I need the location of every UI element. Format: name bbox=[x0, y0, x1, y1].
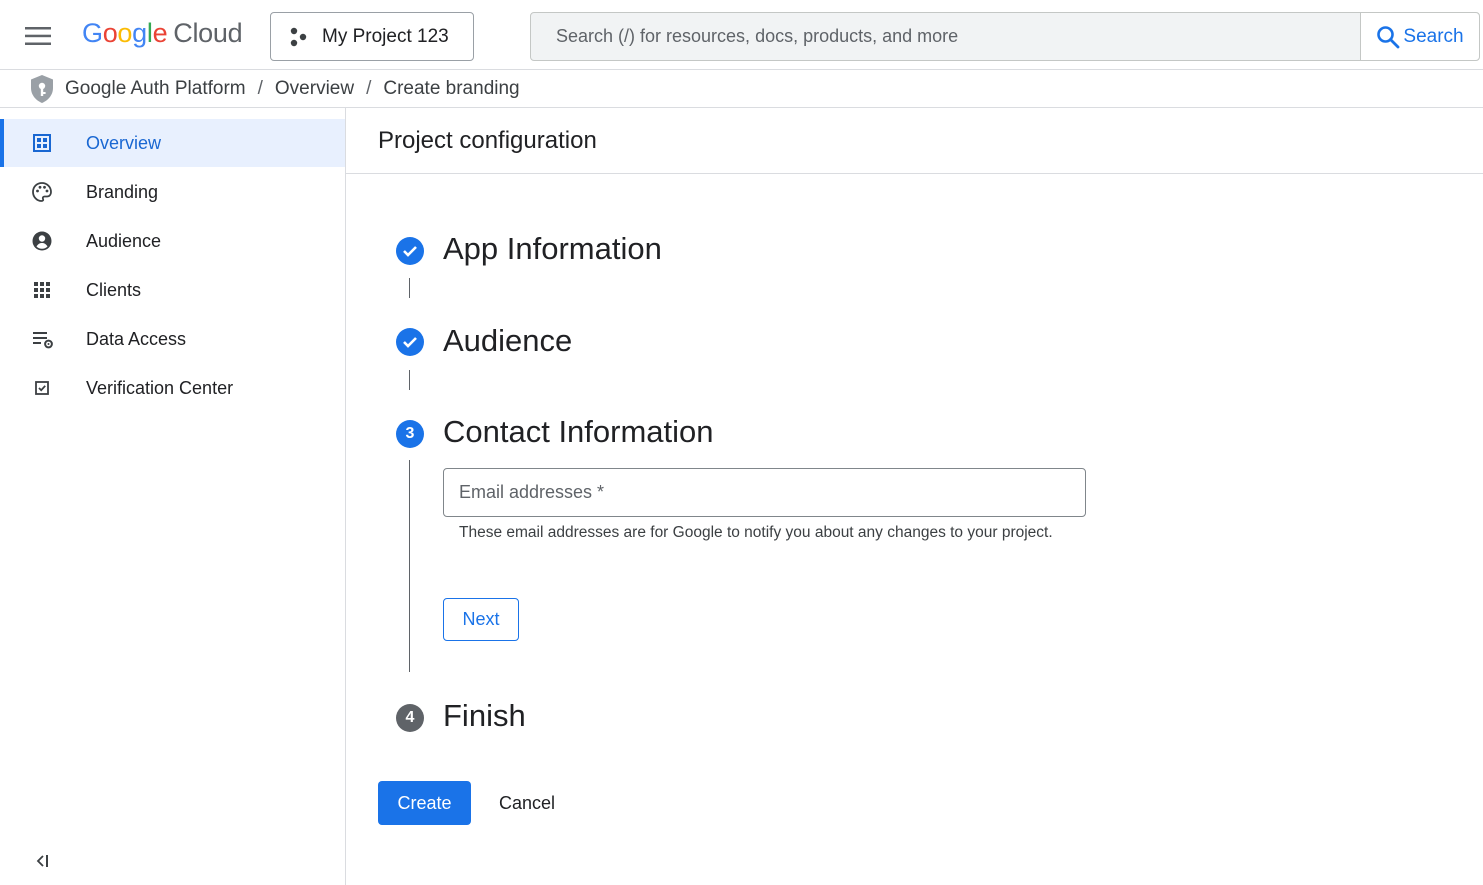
sidebar-item-label: Overview bbox=[86, 132, 162, 153]
breadcrumb: Google Auth Platform / Overview / Create… bbox=[0, 70, 1483, 108]
breadcrumb-item-auth-platform[interactable]: Google Auth Platform bbox=[65, 78, 246, 100]
shield-key-icon bbox=[29, 74, 55, 104]
apps-grid-icon bbox=[0, 279, 86, 301]
project-picker-button[interactable]: My Project 123 bbox=[270, 12, 474, 61]
cancel-button[interactable]: Cancel bbox=[483, 781, 571, 825]
step-3-number: 3 bbox=[396, 420, 424, 448]
email-hint: These email addresses are for Google to … bbox=[459, 524, 1053, 541]
step-connector bbox=[409, 460, 410, 672]
email-input[interactable] bbox=[444, 469, 1085, 516]
google-cloud-logo[interactable]: Go o g l e Cloud bbox=[82, 18, 243, 49]
project-dots-icon bbox=[290, 27, 307, 46]
palette-icon bbox=[0, 181, 86, 203]
sidebar-item-label: Data Access bbox=[86, 328, 187, 349]
form-actions: Create Cancel bbox=[378, 781, 571, 825]
breadcrumb-item-create-branding: Create branding bbox=[383, 77, 520, 99]
sidebar-item-branding[interactable]: Branding bbox=[0, 168, 345, 216]
search-button[interactable]: Search bbox=[1360, 13, 1479, 60]
search-button-label: Search bbox=[1403, 25, 1464, 47]
step-1-check-icon bbox=[396, 237, 424, 265]
search-input[interactable] bbox=[531, 13, 1360, 60]
step-4-number: 4 bbox=[396, 704, 424, 732]
list-settings-icon bbox=[0, 328, 86, 350]
top-bar: Go o g l e Cloud My Project 123 Search bbox=[0, 0, 1483, 70]
sidebar: Overview Branding Audience Clients Data … bbox=[0, 108, 346, 885]
search-bar: Search bbox=[530, 12, 1480, 61]
email-field bbox=[443, 468, 1086, 517]
sidebar-item-label: Verification Center bbox=[86, 377, 234, 398]
project-picker-label: My Project 123 bbox=[322, 25, 449, 47]
step-2-check-icon bbox=[396, 328, 424, 356]
sidebar-item-label: Branding bbox=[86, 181, 159, 202]
sidebar-item-clients[interactable]: Clients bbox=[0, 266, 345, 314]
sidebar-item-verification-center[interactable]: Verification Center bbox=[0, 364, 345, 412]
step-4-title: Finish bbox=[443, 698, 526, 733]
sidebar-item-label: Clients bbox=[86, 279, 142, 300]
step-connector bbox=[409, 370, 410, 390]
checkbox-icon bbox=[0, 377, 86, 399]
sidebar-item-audience[interactable]: Audience bbox=[0, 217, 345, 265]
sidebar-item-data-access[interactable]: Data Access bbox=[0, 315, 345, 363]
step-3-title: Contact Information bbox=[443, 414, 714, 449]
step-1-title: App Information bbox=[443, 231, 662, 266]
page-title: Project configuration bbox=[346, 108, 1483, 174]
step-2-title: Audience bbox=[443, 323, 573, 358]
next-button[interactable]: Next bbox=[443, 598, 519, 641]
breadcrumb-separator: / bbox=[366, 77, 372, 99]
account-circle-icon bbox=[0, 230, 86, 252]
sidebar-item-label: Audience bbox=[86, 230, 162, 251]
breadcrumb-item-overview[interactable]: Overview bbox=[275, 78, 354, 100]
create-button[interactable]: Create bbox=[378, 781, 471, 825]
search-icon bbox=[1377, 25, 1400, 48]
hamburger-menu-icon[interactable] bbox=[14, 14, 62, 58]
dashboard-icon bbox=[0, 132, 86, 154]
sidebar-item-overview[interactable]: Overview bbox=[0, 119, 345, 167]
collapse-sidebar-icon[interactable] bbox=[31, 849, 55, 873]
main-content: Project configuration App Information Au… bbox=[346, 108, 1483, 885]
breadcrumb-separator: / bbox=[257, 77, 263, 99]
step-connector bbox=[409, 278, 410, 298]
